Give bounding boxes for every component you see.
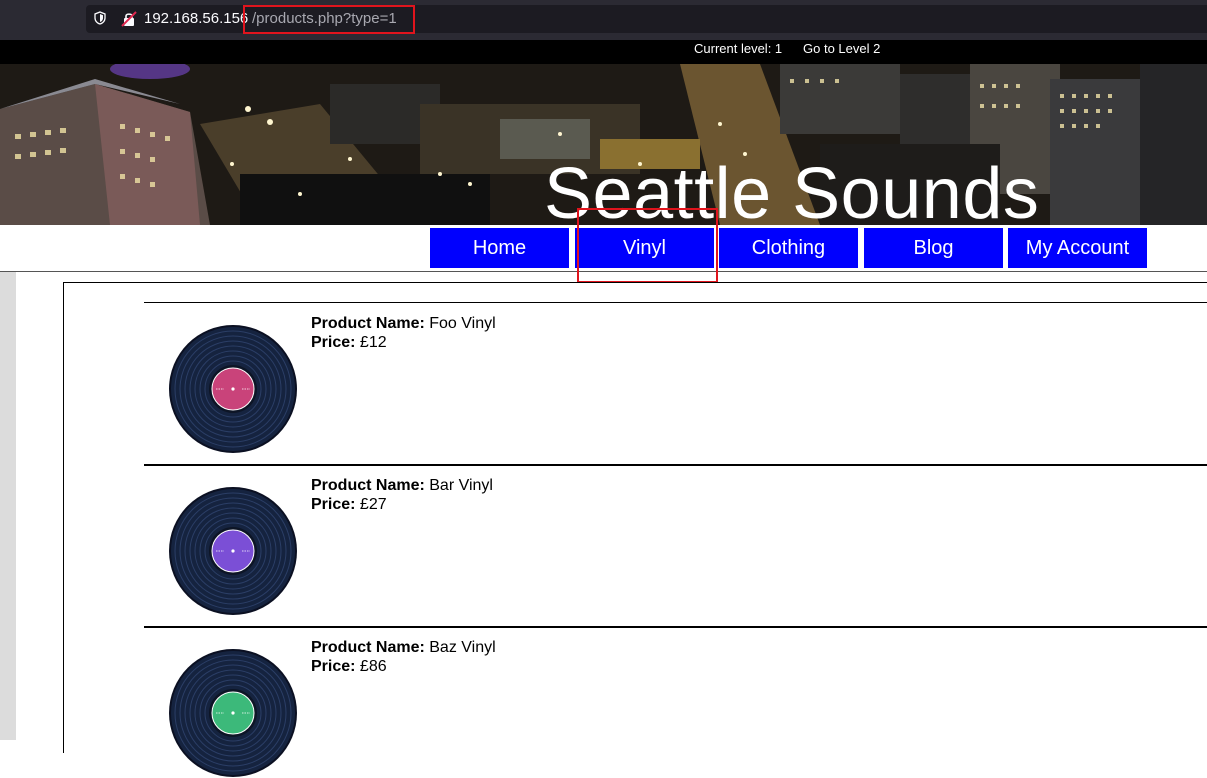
row-divider <box>144 626 1207 628</box>
annotation-box-url <box>243 5 415 34</box>
nav-blog[interactable]: Blog <box>864 228 1003 268</box>
page-gutter <box>0 272 16 740</box>
level-bar: Current level: 1 Go to Level 2 <box>0 40 1207 64</box>
shield-icon[interactable] <box>94 11 106 25</box>
current-level-text: Current level: 1 <box>694 41 783 56</box>
nav-home[interactable]: Home <box>430 228 569 268</box>
row-divider <box>144 302 1207 303</box>
browser-toolbar: 192.168.56.156 /products.php?type=1 <box>0 0 1207 40</box>
price-label: Price: <box>311 496 356 513</box>
product-info: Product Name: Foo Vinyl Price: £12 <box>311 314 496 352</box>
price-label: Price: <box>311 658 356 675</box>
annotation-box-vinyl <box>577 208 718 283</box>
product-name-label: Product Name: <box>311 639 425 656</box>
product-info: Product Name: Baz Vinyl Price: £86 <box>311 638 496 676</box>
product-info: Product Name: Bar Vinyl Price: £27 <box>311 476 493 514</box>
nav-my-account[interactable]: My Account <box>1008 228 1147 268</box>
go-to-level-link[interactable]: Go to Level 2 <box>803 41 880 57</box>
url-host: 192.168.56.156 <box>144 10 249 27</box>
header-banner: Seattle Sounds <box>0 64 1207 225</box>
product-price: £12 <box>359 334 387 351</box>
vinyl-record-image[interactable] <box>168 486 298 616</box>
insecure-lock-icon[interactable] <box>121 11 137 27</box>
product-price: £27 <box>359 496 387 513</box>
product-name-label: Product Name: <box>311 477 425 494</box>
product-name: Baz Vinyl <box>429 639 496 656</box>
row-divider <box>144 464 1207 466</box>
nav-clothing[interactable]: Clothing <box>719 228 858 268</box>
product-name-label: Product Name: <box>311 315 425 332</box>
vinyl-record-image[interactable] <box>168 324 298 454</box>
price-label: Price: <box>311 334 356 351</box>
product-name: Foo Vinyl <box>429 315 496 332</box>
product-name: Bar Vinyl <box>429 477 493 494</box>
product-price: £86 <box>359 658 387 675</box>
vinyl-record-image[interactable] <box>168 648 298 778</box>
